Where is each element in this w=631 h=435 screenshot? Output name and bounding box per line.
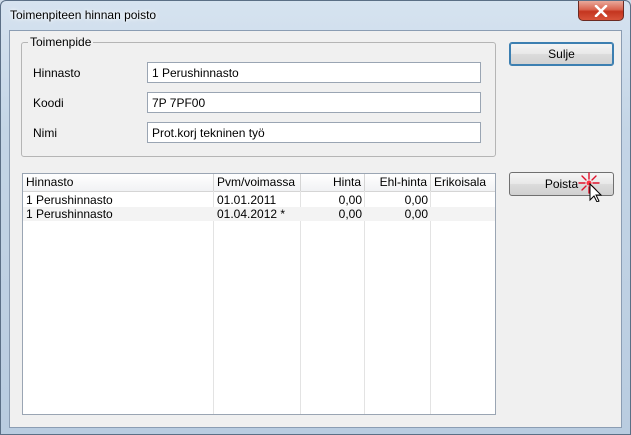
dialog-window: Toimenpiteen hinnan poisto Toimenpide Hi…: [0, 0, 631, 435]
column-divider: [213, 191, 214, 414]
hinnasto-label: Hinnasto: [33, 66, 81, 80]
koodi-label: Koodi: [33, 96, 64, 110]
cell-erikoisala: [431, 207, 495, 221]
table-row[interactable]: 1 Perushinnasto 01.04.2012 * 0,00 0,00: [23, 207, 495, 221]
dialog-client-area: Toimenpide Hinnasto 1 Perushinnasto Kood…: [9, 30, 622, 428]
cell-erikoisala: [431, 193, 495, 207]
groupbox-legend: Toimenpide: [28, 35, 94, 49]
column-header-ehl-hinta[interactable]: Ehl-hinta: [365, 174, 431, 191]
cell-pvm: 01.04.2012 *: [217, 207, 286, 221]
cell-hinnasto: 1 Perushinnasto: [26, 207, 113, 221]
cell-hinnasto: 1 Perushinnasto: [26, 193, 113, 207]
sulje-button[interactable]: Sulje: [509, 42, 614, 66]
price-table: Hinnasto Pvm/voimassa Hinta Ehl-hinta Er…: [22, 173, 496, 415]
cell-hinta: 0,00: [338, 193, 362, 207]
window-title: Toimenpiteen hinnan poisto: [10, 8, 157, 22]
cell-ehl-hinta: 0,00: [404, 193, 428, 207]
column-header-hinnasto[interactable]: Hinnasto: [23, 174, 214, 191]
nimi-field[interactable]: Prot.korj tekninen työ: [147, 122, 481, 143]
column-header-erikoisala[interactable]: Erikoisala: [431, 174, 495, 191]
cell-hinta: 0,00: [338, 207, 362, 221]
mouse-pointer-icon: [578, 172, 603, 202]
column-divider: [364, 191, 365, 414]
nimi-label: Nimi: [33, 126, 57, 140]
hinnasto-field[interactable]: 1 Perushinnasto: [147, 62, 481, 83]
table-row[interactable]: 1 Perushinnasto 01.01.2011 0,00 0,00: [23, 193, 495, 207]
column-divider: [300, 191, 301, 414]
cell-pvm: 01.01.2011: [217, 193, 277, 207]
cell-ehl-hinta: 0,00: [404, 207, 428, 221]
column-header-pvm[interactable]: Pvm/voimassa: [214, 174, 301, 191]
koodi-field[interactable]: 7P 7PF00: [147, 92, 481, 113]
column-header-hinta[interactable]: Hinta: [301, 174, 365, 191]
close-icon: [594, 4, 608, 17]
window-close-button[interactable]: [578, 1, 624, 21]
toimenpide-groupbox: Toimenpide Hinnasto 1 Perushinnasto Kood…: [21, 35, 496, 157]
table-header: Hinnasto Pvm/voimassa Hinta Ehl-hinta Er…: [23, 174, 495, 192]
column-divider: [430, 191, 431, 414]
